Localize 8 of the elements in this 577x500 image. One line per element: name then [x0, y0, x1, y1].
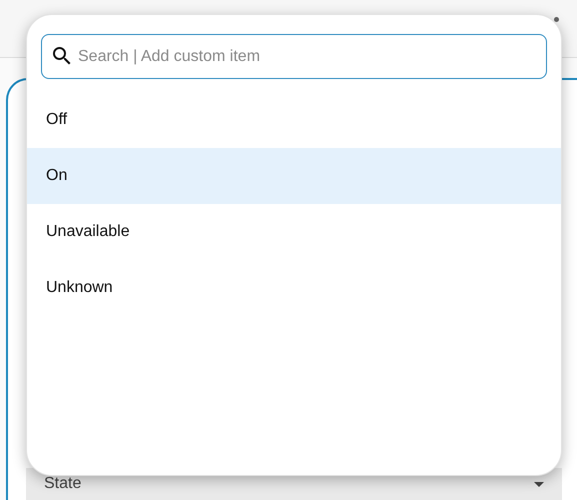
caret-icon [534, 482, 544, 486]
dropdown-option[interactable]: Unknown [27, 260, 561, 316]
search-field[interactable]: Search | Add custom item [41, 34, 547, 79]
status-dot [554, 17, 559, 22]
dropdown-option[interactable]: On [27, 148, 561, 204]
dropdown-option[interactable]: Unavailable [27, 204, 561, 260]
dropdown-option[interactable]: Off [27, 92, 561, 148]
search-icon [53, 47, 71, 65]
